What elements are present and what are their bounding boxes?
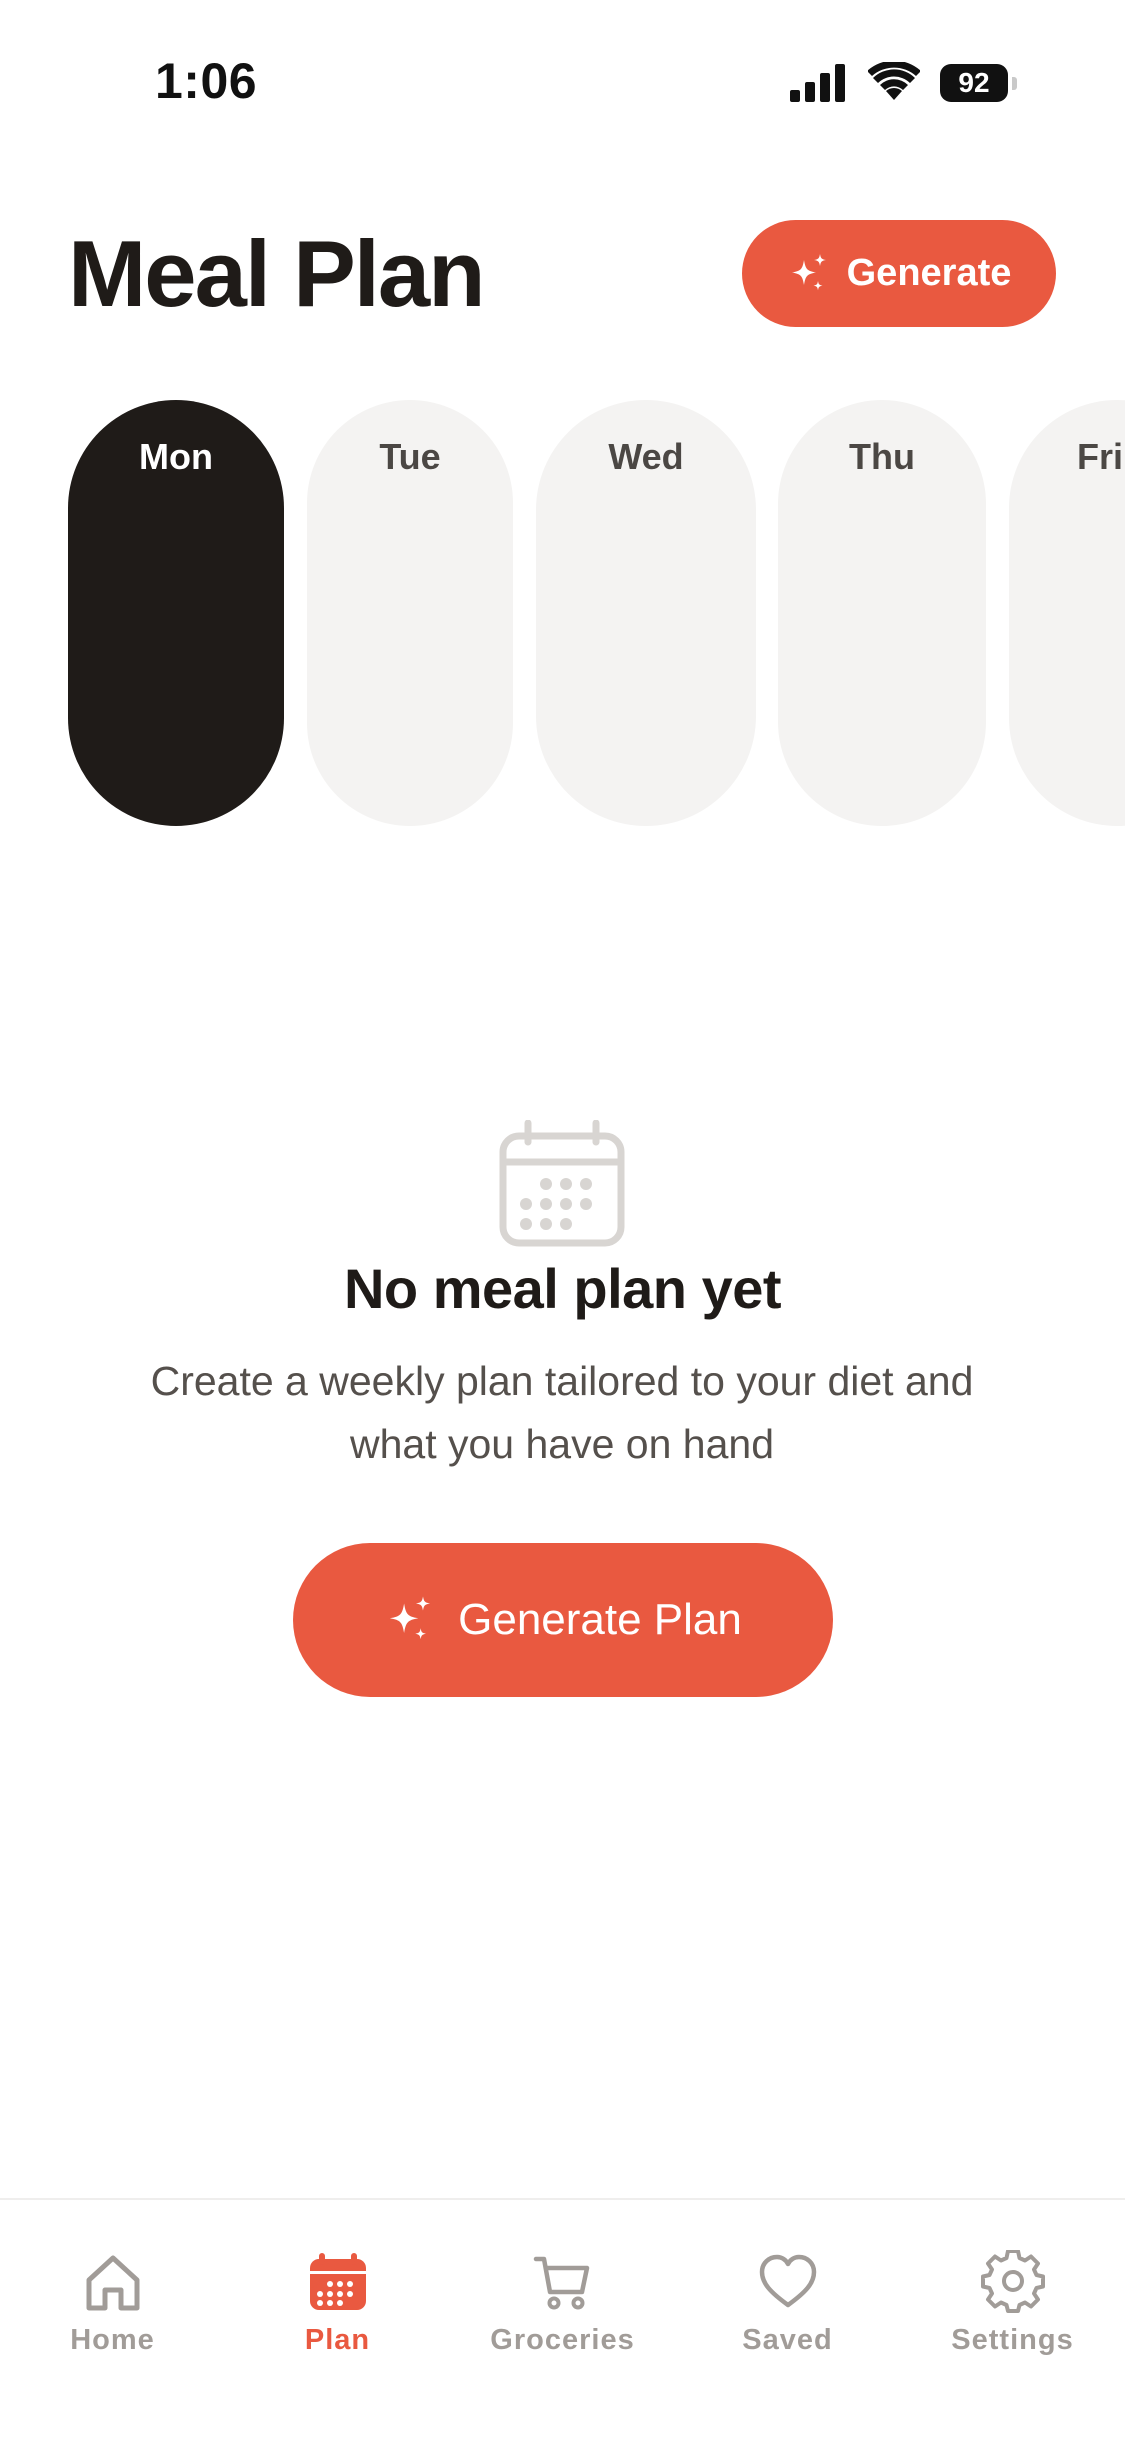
page-title: Meal Plan [68,221,486,326]
battery-level: 92 [958,67,990,98]
status-icons: 92 [790,58,1030,108]
battery-tip [1012,77,1017,90]
header-generate-label: Generate [846,252,1012,294]
generate-plan-label: Generate Plan [458,1595,742,1644]
heart-icon [759,2254,816,2308]
tab-label: Home [70,2324,155,2356]
day-pill-mon[interactable]: Mon [68,400,284,826]
day-label: Wed [608,436,684,477]
sparkles-icon [390,1596,431,1640]
tab-settings[interactable]: Settings [900,2250,1125,2357]
status-bar: 1:06 92 [0,0,1125,150]
wifi-icon [868,62,920,100]
sparkles-icon [791,253,826,290]
tab-saved[interactable]: Saved [675,2250,900,2357]
day-pill-wed[interactable]: Wed [536,400,756,826]
empty-state-title: No meal plan yet [343,1257,782,1320]
day-label: Fri [1077,436,1124,477]
cart-icon [533,2256,589,2310]
day-pill-thu[interactable]: Thu [778,400,986,826]
status-time: 1:06 [155,53,258,109]
header-generate-button[interactable]: Generate [742,220,1056,327]
generate-plan-button[interactable]: Generate Plan [293,1543,833,1697]
gear-icon [980,2250,1045,2313]
tab-groceries[interactable]: Groceries [450,2250,675,2357]
empty-state-description: Create a weekly plan tailored to your di… [150,1358,974,1467]
calendar-icon [499,1120,625,1247]
day-label: Mon [139,436,213,477]
calendar-icon [309,2253,366,2310]
day-label: Tue [379,436,441,477]
cellular-signal-icon [790,64,845,102]
battery-icon: 92 [940,64,1008,102]
tab-label: Settings [951,2324,1074,2356]
day-pill-tue[interactable]: Tue [307,400,513,826]
tab-bar: Home Plan Groceries Saved Settings [0,2198,1125,2438]
tab-home[interactable]: Home [0,2250,225,2357]
day-label: Thu [849,436,915,477]
tab-plan[interactable]: Plan [225,2250,450,2357]
tab-label: Plan [304,2324,371,2356]
tab-label: Saved [742,2324,833,2356]
tab-label: Groceries [490,2324,635,2356]
home-icon [86,2255,139,2311]
day-selector: Mon Tue Wed Thu Fri [0,400,1125,828]
day-pill-fri[interactable]: Fri [1009,400,1125,826]
